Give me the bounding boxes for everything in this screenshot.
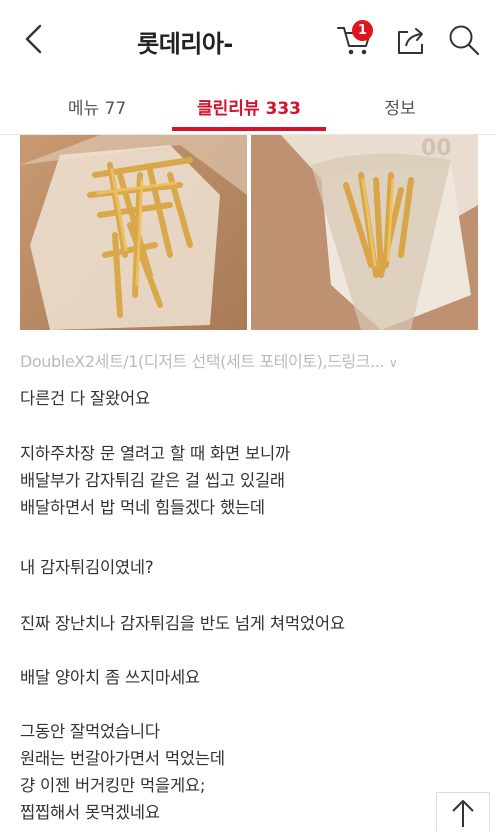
review-photo-fries-in-carton[interactable]: 00 bbox=[251, 135, 478, 330]
review-photo-fries-on-paper[interactable] bbox=[20, 135, 247, 330]
order-summary[interactable]: DoubleX2세트/1(디저트 선택(세트 포테이토),드링크... ∨ bbox=[20, 348, 490, 372]
review-line: 걍 이젠 버거킹만 먹을게요; bbox=[20, 776, 206, 795]
review-line: 찝찝해서 못먹겠네요 bbox=[20, 803, 160, 822]
review-line: 다른건 다 잘왔어요 bbox=[20, 389, 150, 408]
share-icon bbox=[398, 28, 423, 54]
chevron-down-icon: ∨ bbox=[388, 356, 398, 370]
active-tab-indicator bbox=[172, 127, 326, 131]
back-button[interactable] bbox=[18, 22, 52, 56]
review-line: 그동안 잘먹었습니다 bbox=[20, 722, 160, 741]
search-button[interactable] bbox=[446, 22, 482, 58]
review-line: 지하주차장 문 열려고 할 때 화면 보니까 bbox=[20, 444, 290, 463]
search-icon bbox=[449, 25, 480, 56]
store-title: 롯데리아- bbox=[137, 30, 233, 58]
review-line: 배달부가 감자튀김 같은 걸 씹고 있길래 bbox=[20, 471, 285, 490]
svg-text:00: 00 bbox=[421, 136, 452, 161]
share-button[interactable] bbox=[394, 24, 428, 58]
tab-menu[interactable]: 메뉴 77 bbox=[52, 94, 142, 134]
tab-info[interactable]: 정보 bbox=[360, 94, 440, 134]
review-line: 배달 양아치 좀 쓰지마세요 bbox=[20, 668, 200, 687]
review-line: 내 감자튀김이였네? bbox=[20, 558, 154, 577]
arrow-up-icon bbox=[452, 800, 474, 827]
cart-count-badge: 1 bbox=[352, 20, 373, 41]
review-line: 진짜 장난치나 감자튀김을 반도 넘게 쳐먹었어요 bbox=[20, 614, 345, 633]
order-summary-text: DoubleX2세트/1(디저트 선택(세트 포테이토),드링크... bbox=[20, 352, 385, 371]
cart-button[interactable]: 1 bbox=[336, 20, 376, 60]
chevron-left-icon bbox=[25, 24, 42, 54]
store-tabs: 메뉴 77 클린리뷰 333 정보 bbox=[0, 86, 496, 135]
review-line: 배달하면서 밥 먹네 힘들겠다 했는데 bbox=[20, 498, 265, 517]
scroll-to-top-button[interactable] bbox=[436, 792, 490, 831]
review-line: 원래는 번갈아가면서 먹었는데 bbox=[20, 749, 225, 768]
app-header: 롯데리아- 1 bbox=[0, 0, 496, 86]
